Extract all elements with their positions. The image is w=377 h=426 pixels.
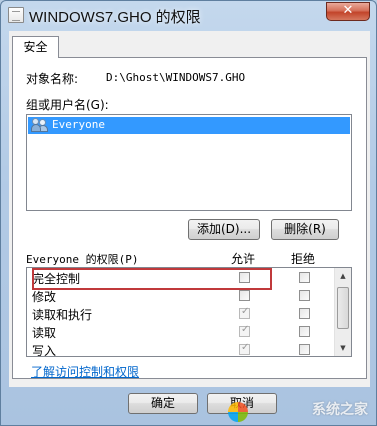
scroll-up-icon[interactable]: ▲	[335, 268, 351, 284]
permission-name: 写入	[32, 344, 57, 357]
security-panel: 对象名称: D:\Ghost\WINDOWS7.GHO 组或用户名(G): Ev…	[12, 57, 367, 379]
file-icon	[8, 7, 24, 23]
permission-name: 完全控制	[32, 272, 81, 286]
permission-name: 读取和执行	[32, 308, 93, 322]
permissions-label: Everyone 的权限(P)	[26, 253, 139, 266]
deny-checkbox[interactable]	[299, 272, 310, 283]
permission-name: 读取	[32, 326, 57, 340]
scroll-thumb[interactable]	[337, 287, 349, 329]
permission-row-full-control: 完全控制	[27, 269, 332, 287]
ok-button[interactable]: 确定	[128, 393, 198, 414]
allow-checkbox[interactable]	[239, 290, 250, 301]
permissions-table[interactable]: 完全控制 修改 读取和执行 ✓ 读取 ✓ 写入 ✓ ▲ ▼	[26, 267, 352, 357]
deny-checkbox[interactable]	[299, 344, 310, 355]
access-control-link[interactable]: 了解访问控制和权限	[31, 363, 139, 380]
allow-checkbox[interactable]: ✓	[239, 324, 250, 337]
deny-header: 拒绝	[291, 252, 316, 266]
permission-row-read: 读取 ✓	[27, 323, 332, 341]
scrollbar[interactable]: ▲ ▼	[334, 268, 351, 356]
list-item-everyone[interactable]: Everyone	[28, 117, 350, 134]
allow-checkbox[interactable]	[239, 272, 250, 283]
checkmark-icon: ✓	[241, 342, 250, 353]
watermark-logo-icon	[228, 402, 248, 422]
scroll-down-icon[interactable]: ▼	[335, 340, 351, 356]
list-item-label: Everyone	[52, 118, 105, 131]
allow-header: 允许	[231, 252, 256, 266]
permission-row-modify: 修改	[27, 287, 332, 305]
watermark: 系统之家	[312, 402, 368, 418]
permission-name: 修改	[32, 290, 57, 304]
permissions-dialog: WINDOWS7.GHO 的权限 ✕ 安全 对象名称: D:\Ghost\WIN…	[0, 0, 377, 426]
object-name-label: 对象名称:	[26, 72, 79, 86]
remove-button[interactable]: 删除(R)	[271, 219, 339, 240]
groups-label: 组或用户名(G):	[26, 98, 109, 112]
tab-security[interactable]: 安全	[12, 36, 59, 58]
add-button[interactable]: 添加(D)...	[188, 219, 260, 240]
allow-checkbox[interactable]: ✓	[239, 342, 250, 355]
close-button[interactable]: ✕	[326, 2, 370, 21]
deny-checkbox[interactable]	[299, 290, 310, 301]
groups-listbox[interactable]: Everyone	[26, 114, 352, 211]
checkmark-icon: ✓	[241, 306, 250, 317]
permission-row-write: 写入 ✓	[27, 341, 332, 357]
dialog-body: 安全 对象名称: D:\Ghost\WINDOWS7.GHO 组或用户名(G):…	[9, 31, 370, 387]
allow-checkbox[interactable]: ✓	[239, 306, 250, 319]
object-name-value: D:\Ghost\WINDOWS7.GHO	[106, 71, 246, 84]
permission-row-read-execute: 读取和执行 ✓	[27, 305, 332, 323]
deny-checkbox[interactable]	[299, 326, 310, 337]
users-icon	[31, 118, 49, 132]
deny-checkbox[interactable]	[299, 308, 310, 319]
window-title: WINDOWS7.GHO 的权限	[29, 9, 201, 26]
checkmark-icon: ✓	[241, 324, 250, 335]
title-bar[interactable]: WINDOWS7.GHO 的权限 ✕	[1, 1, 376, 31]
